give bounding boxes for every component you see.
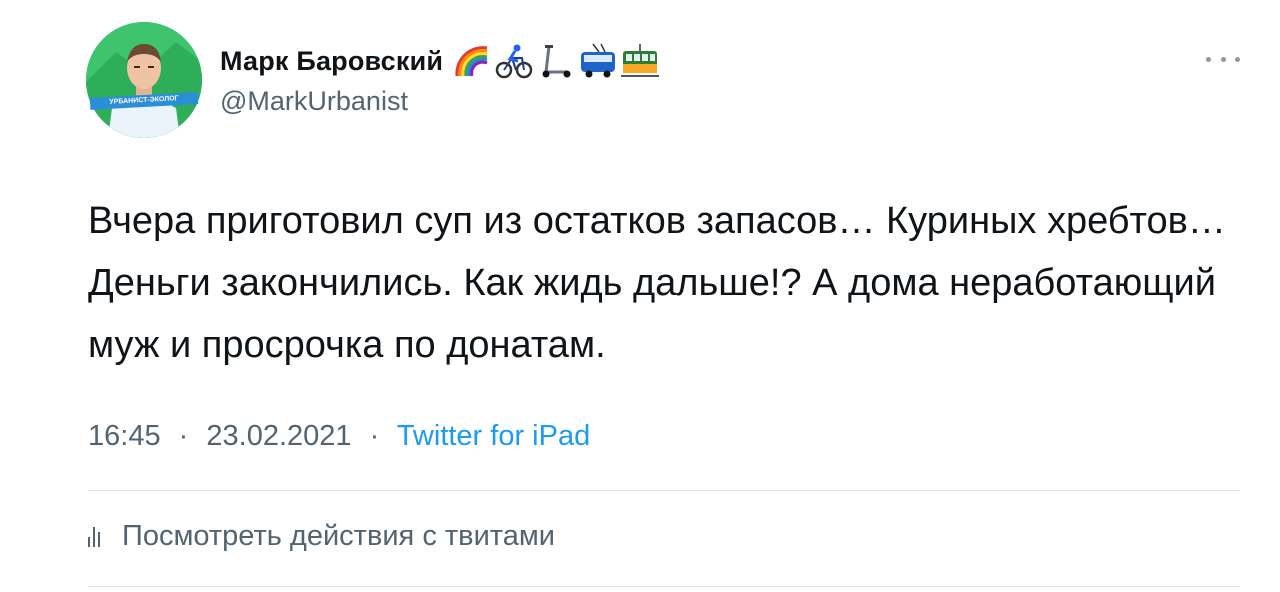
view-activity-label: Посмотреть действия с твитами: [122, 519, 555, 552]
tweet-date[interactable]: 23.02.2021: [206, 420, 351, 452]
cyclist-emoji: [495, 42, 533, 80]
divider: [88, 490, 1240, 491]
name-emojis: [453, 42, 660, 80]
rainbow-emoji: [453, 42, 491, 80]
tram-emoji: [621, 42, 660, 80]
tweet-text: Вчера приготовил суп из остатков запасов…: [88, 200, 1226, 366]
avatar[interactable]: [86, 22, 202, 138]
author-handle[interactable]: @MarkUrbanist: [220, 86, 408, 117]
divider: [88, 586, 1240, 587]
more-options-button[interactable]: [1206, 52, 1240, 66]
view-activity-button[interactable]: Посмотреть действия с твитами: [88, 514, 555, 558]
meta-separator: ·: [369, 420, 380, 452]
tweet-card: УРБАНИСТ-ЭКОЛОГ Марк Баровский @MarkUrba…: [0, 0, 1280, 592]
more-dot-icon: [1220, 56, 1226, 62]
trolleybus-emoji: [579, 42, 617, 80]
meta-separator: ·: [178, 420, 189, 452]
tweet-meta: 16:45 · 23.02.2021 · Twitter for iPad: [88, 420, 590, 453]
analytics-icon: [88, 525, 114, 547]
kick-scooter-emoji: [537, 42, 575, 80]
tweet-time[interactable]: 16:45: [88, 420, 161, 452]
more-dot-icon: [1235, 56, 1240, 62]
display-name[interactable]: Марк Баровский: [220, 46, 443, 77]
author-name-row: Марк Баровский: [220, 40, 660, 82]
tweet-source-link[interactable]: Twitter for iPad: [397, 420, 590, 452]
more-dot-icon: [1206, 56, 1211, 62]
